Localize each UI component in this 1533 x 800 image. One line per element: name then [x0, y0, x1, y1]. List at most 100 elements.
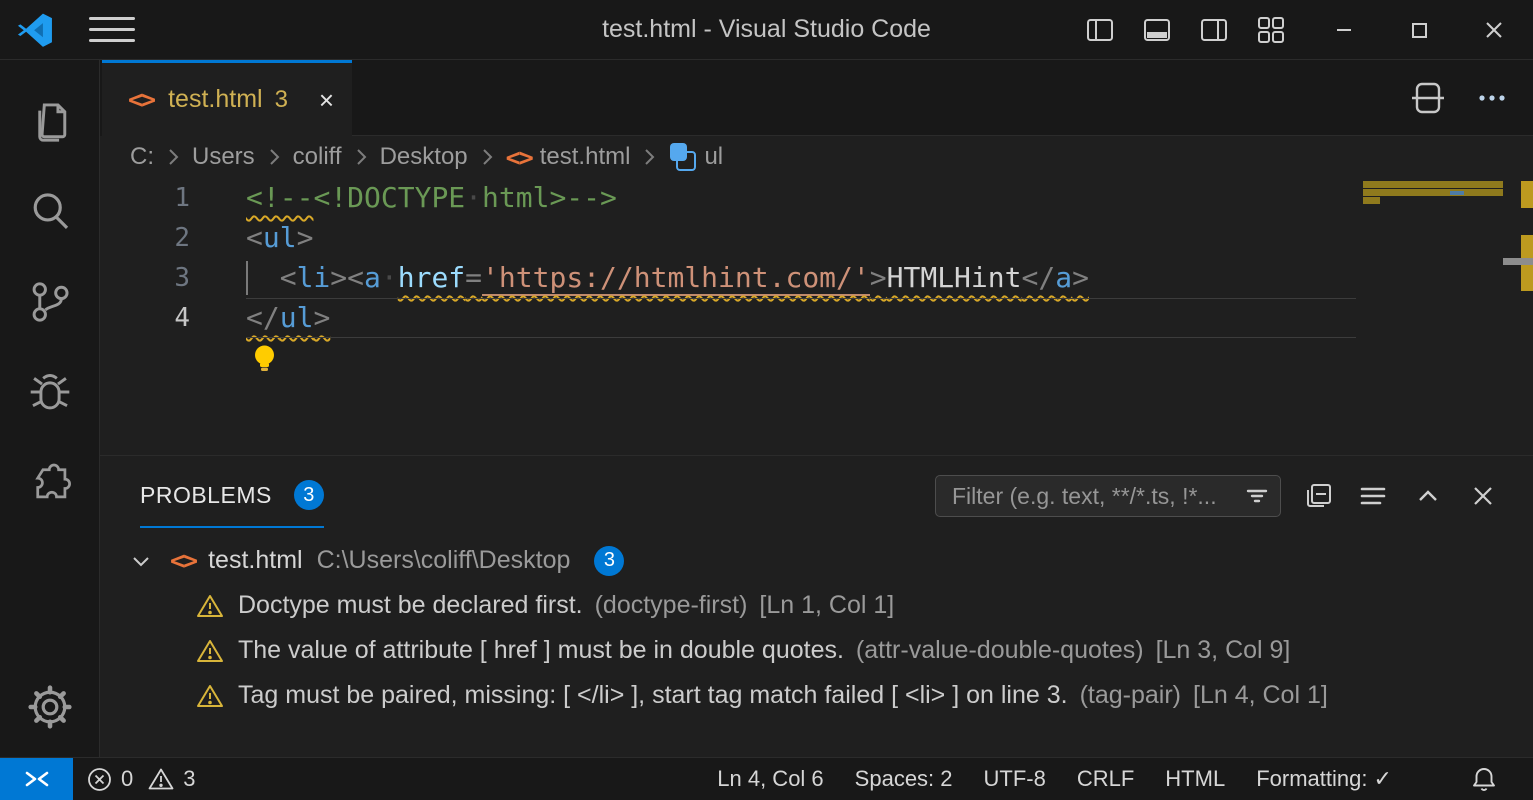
- problems-tree: <> test.html C:\Users\coliff\Desktop 3 D…: [100, 538, 1533, 757]
- source-control-icon[interactable]: [22, 274, 78, 330]
- tab-bar: <> test.html 3 ×: [100, 60, 1533, 136]
- tab-problems-badge: 3: [275, 86, 288, 114]
- vscode-logo-icon: [17, 12, 53, 48]
- run-debug-icon[interactable]: [22, 364, 78, 420]
- eol-sequence[interactable]: CRLF: [1077, 766, 1134, 792]
- warning-icon: [196, 593, 224, 619]
- menu-icon[interactable]: [89, 14, 135, 46]
- problems-count-badge: 3: [294, 480, 324, 510]
- problems-summary[interactable]: 0 3: [86, 766, 196, 793]
- editor-actions: [1411, 60, 1509, 136]
- minimap[interactable]: [1363, 178, 1503, 455]
- split-editor-icon[interactable]: [1411, 80, 1445, 116]
- warning-icon: [196, 638, 224, 664]
- language-mode[interactable]: HTML: [1165, 766, 1225, 792]
- current-line-highlight: [246, 298, 1356, 338]
- line-number[interactable]: 1: [100, 178, 190, 218]
- ruler-warning-mark: [1521, 181, 1533, 208]
- code-line-1: 1 <!--<!DOCTYPE·html>-->: [100, 178, 1533, 218]
- extensions-icon[interactable]: [22, 454, 78, 510]
- problem-location: [Ln 3, Col 9]: [1156, 636, 1291, 665]
- toggle-primary-sidebar-icon[interactable]: [1085, 15, 1115, 45]
- encoding[interactable]: UTF-8: [984, 766, 1046, 792]
- collapse-all-icon[interactable]: [1303, 481, 1333, 511]
- tab-problems[interactable]: PROBLEMS 3: [140, 464, 324, 528]
- statusbar-right: Ln 4, Col 6 Spaces: 2 UTF-8 CRLF HTML Fo…: [717, 765, 1533, 793]
- problem-row-2[interactable]: The value of attribute [ href ] must be …: [100, 628, 1533, 673]
- remote-indicator[interactable]: [0, 758, 73, 800]
- titlebar-actions: [1085, 13, 1533, 47]
- html-file-icon: <>: [506, 143, 532, 172]
- code-line-4: 4 </ul>: [100, 298, 1533, 338]
- formatting-status[interactable]: Formatting: ✓: [1256, 766, 1392, 792]
- problem-source: (attr-value-double-quotes): [856, 636, 1144, 665]
- maximize-button[interactable]: [1402, 13, 1436, 47]
- toggle-secondary-sidebar-icon[interactable]: [1199, 15, 1229, 45]
- panel-toolbar: [1303, 481, 1498, 511]
- search-icon[interactable]: [22, 184, 78, 240]
- line-number[interactable]: 3: [100, 258, 190, 298]
- minimap-warning-line: [1363, 181, 1503, 188]
- more-actions-icon[interactable]: [1475, 83, 1509, 113]
- problem-source: (doctype-first): [595, 591, 748, 620]
- minimap-warning-line: [1363, 197, 1380, 204]
- problem-message: The value of attribute [ href ] must be …: [238, 636, 844, 665]
- cursor-position[interactable]: Ln 4, Col 6: [717, 766, 823, 792]
- lightbulb-quickfix-icon[interactable]: [251, 264, 386, 452]
- breadcrumb-coliff[interactable]: coliff: [293, 143, 342, 171]
- chevron-right-icon: [265, 145, 283, 169]
- explorer-icon[interactable]: [22, 94, 78, 150]
- chevron-down-icon: [128, 548, 154, 574]
- filter-input[interactable]: [950, 482, 1244, 511]
- problems-title: PROBLEMS: [140, 482, 272, 509]
- error-count: 0: [121, 766, 133, 792]
- code-editor[interactable]: 1 <!--<!DOCTYPE·html>--> 2 <ul> 3 <li><a…: [100, 178, 1533, 455]
- problem-message: Tag must be paired, missing: [ </li> ], …: [238, 681, 1068, 710]
- close-panel-icon[interactable]: [1468, 481, 1498, 511]
- html-file-icon: <>: [128, 85, 154, 114]
- tab-test-html[interactable]: <> test.html 3 ×: [102, 60, 352, 136]
- chevron-right-icon: [164, 145, 182, 169]
- line-number[interactable]: 4: [100, 298, 190, 338]
- title-bar: test.html - Visual Studio Code: [0, 0, 1533, 60]
- error-icon: [86, 766, 113, 793]
- problem-location: [Ln 1, Col 1]: [759, 591, 894, 620]
- indentation[interactable]: Spaces: 2: [855, 766, 953, 792]
- problems-file-name: test.html: [208, 546, 302, 575]
- close-window-button[interactable]: [1477, 13, 1511, 47]
- filter-icon: [1244, 483, 1270, 509]
- notifications-bell-icon[interactable]: [1470, 765, 1498, 793]
- problems-file-row[interactable]: <> test.html C:\Users\coliff\Desktop 3: [100, 538, 1533, 583]
- problems-panel: PROBLEMS 3: [100, 455, 1533, 757]
- line-number[interactable]: 2: [100, 218, 190, 258]
- settings-gear-icon[interactable]: [22, 679, 78, 735]
- problem-row-1[interactable]: Doctype must be declared first. (doctype…: [100, 583, 1533, 628]
- status-bar: 0 3 Ln 4, Col 6 Spaces: 2 UTF-8 CRLF HTM…: [0, 757, 1533, 800]
- toggle-panel-icon[interactable]: [1142, 15, 1172, 45]
- breadcrumb-users[interactable]: Users: [192, 143, 255, 171]
- chevron-right-icon: [640, 145, 658, 169]
- minimap-warning-line: [1363, 189, 1503, 196]
- minimize-button[interactable]: [1327, 13, 1361, 47]
- breadcrumb-file[interactable]: test.html: [540, 143, 631, 171]
- vscode-window: test.html - Visual Studio Code: [0, 0, 1533, 800]
- breadcrumb-drive[interactable]: C:: [130, 143, 154, 171]
- maximize-panel-icon[interactable]: [1413, 481, 1443, 511]
- problems-filter[interactable]: [935, 475, 1281, 517]
- tab-close-icon[interactable]: ×: [319, 87, 334, 113]
- problems-file-path: C:\Users\coliff\Desktop: [317, 546, 571, 575]
- warning-icon: [147, 766, 175, 792]
- chevron-right-icon: [352, 145, 370, 169]
- html-file-icon: <>: [170, 546, 196, 575]
- breadcrumb: C: Users coliff Desktop <> test.html ul: [100, 136, 1533, 178]
- code-line-2: 2 <ul>: [100, 218, 1533, 258]
- breadcrumb-desktop[interactable]: Desktop: [380, 143, 468, 171]
- problem-message: Doctype must be declared first.: [238, 591, 583, 620]
- customize-layout-icon[interactable]: [1256, 15, 1286, 45]
- warning-count: 3: [183, 766, 195, 792]
- file-problems-badge: 3: [594, 546, 624, 576]
- code-line-3: 3 <li><a·href='https://htmlhint.com/'>HT…: [100, 258, 1533, 298]
- breadcrumb-symbol[interactable]: ul: [704, 143, 723, 171]
- view-as-table-icon[interactable]: [1358, 481, 1388, 511]
- problem-row-3[interactable]: Tag must be paired, missing: [ </li> ], …: [100, 673, 1533, 718]
